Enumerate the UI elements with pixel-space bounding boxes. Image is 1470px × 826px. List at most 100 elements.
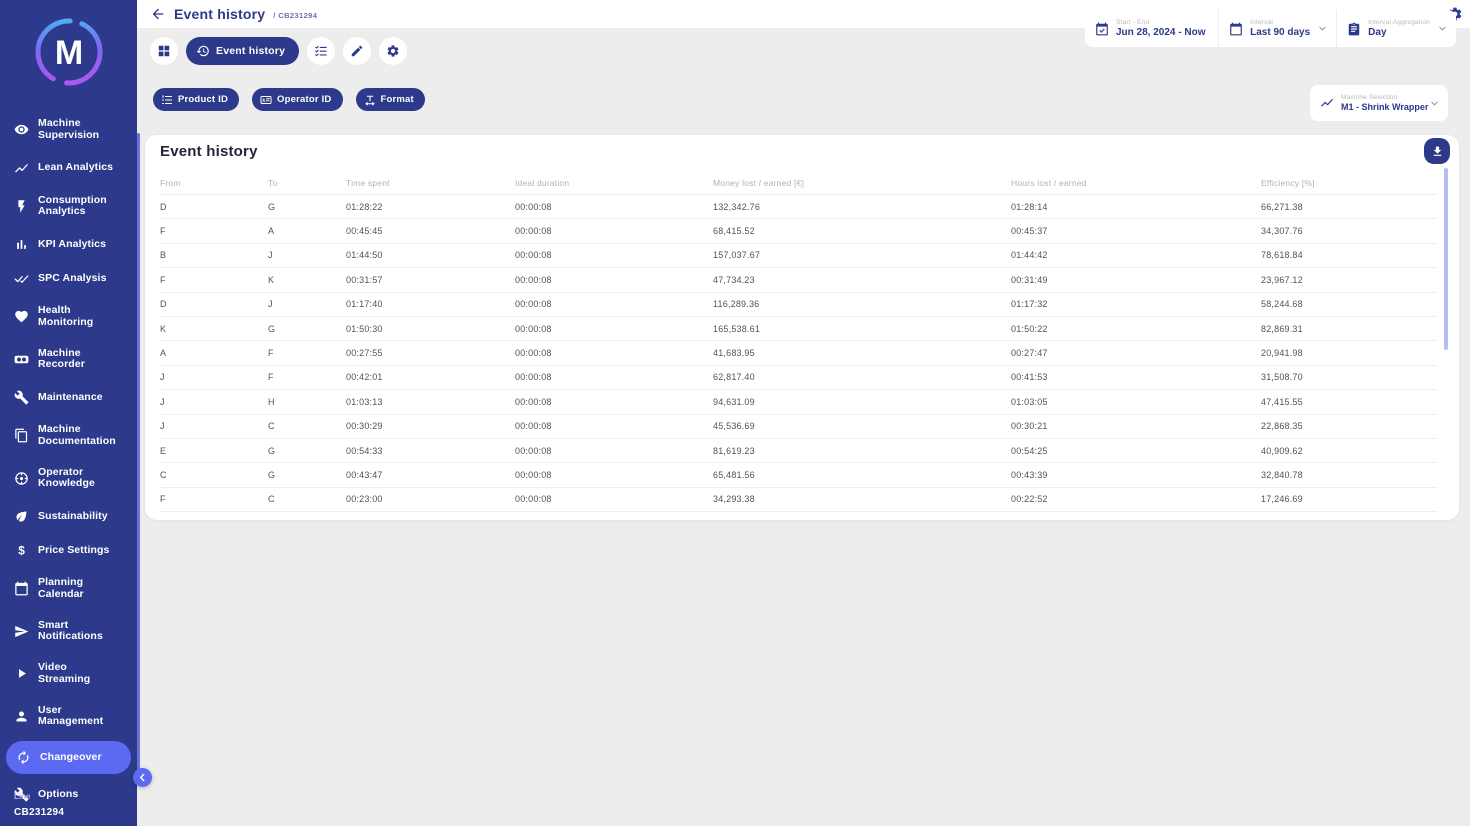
table-cell: 00:22:52 — [1011, 494, 1261, 504]
sidebar-item-label: Consumption Analytics — [38, 195, 120, 219]
sidebar-item-user-management[interactable]: User Management — [14, 705, 129, 729]
aggregation-control[interactable]: Interval Aggregation Day — [1336, 10, 1456, 47]
interval-control[interactable]: Interval Last 90 days — [1218, 10, 1336, 47]
sidebar-item-planning-calendar[interactable]: Planning Calendar — [14, 577, 129, 601]
table-cell: 00:45:37 — [1011, 226, 1261, 236]
calendar-icon — [14, 581, 29, 596]
tab-event-history[interactable]: Event history — [186, 37, 299, 65]
table-cell: 65,481.56 — [713, 470, 1011, 480]
sidebar-scrollbar[interactable] — [137, 133, 140, 778]
table-cell: J — [160, 397, 268, 407]
sidebar-item-label: Sustainability — [38, 511, 108, 523]
table-cell: 17,246.69 — [1261, 494, 1437, 504]
table-cell: 00:00:08 — [515, 446, 713, 456]
sidebar-item-sustainability[interactable]: Sustainability — [14, 509, 129, 524]
filter-button-format[interactable]: Format — [356, 88, 425, 111]
sidebar-collapse-button[interactable] — [133, 768, 152, 787]
sidebar-item-label: Lean Analytics — [38, 162, 113, 174]
table-cell: F — [160, 494, 268, 504]
start-end-control[interactable]: Start - End Jun 28, 2024 - Now — [1085, 10, 1218, 47]
table-cell: E — [160, 446, 268, 456]
table-cell: K — [268, 275, 346, 285]
sidebar-item-smart-notifications[interactable]: Smart Notifications — [14, 620, 129, 644]
table-cell: 01:50:22 — [1011, 324, 1261, 334]
sync-icon — [16, 750, 31, 765]
filter-button-operator-id[interactable]: Operator ID — [252, 88, 342, 111]
pen-icon — [350, 44, 364, 58]
sidebar-item-maintenance[interactable]: Maintenance — [14, 390, 129, 405]
machine-selection-control[interactable]: Machine Selection M1 - Shrink Wrapper — [1310, 85, 1448, 121]
table-cell: 45,536.69 — [713, 421, 1011, 431]
table-cell: 00:00:08 — [515, 397, 713, 407]
send-icon — [14, 624, 29, 639]
event-history-table: FromToTime spentIdeal durationMoney lost… — [160, 171, 1437, 512]
table-cell: 00:30:21 — [1011, 421, 1261, 431]
table-cell: 01:50:30 — [346, 324, 515, 334]
dollar-icon: $ — [14, 543, 29, 558]
table-body: DG01:28:2200:00:08132,342.7601:28:1466,2… — [160, 195, 1437, 512]
table-cell: 157,037.67 — [713, 250, 1011, 260]
sidebar-item-consumption-analytics[interactable]: Consumption Analytics — [14, 195, 129, 219]
sidebar-item-machine-recorder[interactable]: Machine Recorder — [14, 348, 129, 372]
gear-icon — [386, 44, 400, 58]
table-cell: 81,619.23 — [713, 446, 1011, 456]
bar-chart-icon — [14, 237, 29, 252]
svg-text:$: $ — [18, 543, 25, 557]
table-cell: J — [160, 372, 268, 382]
sidebar-item-label: User Management — [38, 705, 120, 729]
chevron-down-icon — [1429, 98, 1440, 109]
view-toolbar: Event history — [150, 37, 407, 65]
table-row: JH01:03:1300:00:0894,631.0901:03:0547,41… — [160, 390, 1437, 414]
sidebar-item-machine-supervision[interactable]: Machine Supervision — [14, 118, 129, 142]
wrench-icon — [14, 390, 29, 405]
table-cell: 00:31:57 — [346, 275, 515, 285]
tab-event-history-label: Event history — [216, 45, 285, 57]
table-cell: 132,342.76 — [713, 202, 1011, 212]
table-cell: 34,293.38 — [713, 494, 1011, 504]
sidebar-item-lean-analytics[interactable]: Lean Analytics — [14, 161, 129, 176]
sidebar-item-price-settings[interactable]: $Price Settings — [14, 543, 129, 558]
sidebar-item-operator-knowledge[interactable]: Operator Knowledge — [14, 467, 129, 491]
table-cell: 31,508.70 — [1261, 372, 1437, 382]
column-header-efficiency: Efficiency [%] — [1261, 178, 1437, 188]
sidebar-item-kpi-analytics[interactable]: KPI Analytics — [14, 237, 129, 252]
table-cell: 01:28:14 — [1011, 202, 1261, 212]
table-cell: F — [268, 372, 346, 382]
table-cell: 41,683.95 — [713, 348, 1011, 358]
line-chart-icon — [1320, 96, 1334, 110]
table-row: CG00:43:4700:00:0865,481.5600:43:3932,84… — [160, 463, 1437, 487]
table-cell: A — [160, 348, 268, 358]
line-value: CB231294 — [14, 807, 64, 818]
calendar-icon — [1229, 22, 1243, 36]
main-content: Event history / CB231294 Event history S… — [137, 0, 1470, 826]
sidebar-item-spc-analysis[interactable]: SPC Analysis — [14, 271, 129, 286]
page: M Machine SupervisionLean AnalyticsConsu… — [0, 0, 1470, 826]
back-button[interactable] — [150, 6, 166, 22]
settings-view-button[interactable] — [379, 37, 407, 65]
sidebar-item-health-monitoring[interactable]: Health Monitoring — [14, 305, 129, 329]
trend-icon — [14, 161, 29, 176]
table-scrollbar[interactable] — [1444, 168, 1448, 350]
sidebar-item-machine-documentation[interactable]: Machine Documentation — [14, 424, 129, 448]
table-row: FA00:45:4500:00:0868,415.5200:45:3734,30… — [160, 219, 1437, 243]
table-row: EG00:54:3300:00:0881,619.2300:54:2540,90… — [160, 439, 1437, 463]
edit-view-button[interactable] — [343, 37, 371, 65]
sidebar-item-video-streaming[interactable]: Video Streaming — [14, 662, 129, 686]
sidebar-item-changeover[interactable]: Changeover — [6, 741, 131, 774]
start-end-value: Jun 28, 2024 - Now — [1116, 27, 1205, 38]
table-cell: 00:31:49 — [1011, 275, 1261, 285]
filter-button-product-id[interactable]: Product ID — [153, 88, 239, 111]
checklist-view-button[interactable] — [307, 37, 335, 65]
play-icon — [14, 666, 29, 681]
grid-icon — [157, 44, 171, 58]
sidebar-nav: Machine Supervision Lean Analytics Consump… — [0, 118, 137, 802]
download-button[interactable] — [1424, 138, 1450, 164]
breadcrumb: / CB231294 — [273, 11, 317, 20]
table-cell: 00:00:08 — [515, 202, 713, 212]
badge-icon — [260, 94, 272, 106]
table-cell: G — [268, 470, 346, 480]
grid-view-button[interactable] — [150, 37, 178, 65]
table-cell: 00:54:33 — [346, 446, 515, 456]
format-icon — [364, 94, 376, 106]
table-cell: 40,909.62 — [1261, 446, 1437, 456]
